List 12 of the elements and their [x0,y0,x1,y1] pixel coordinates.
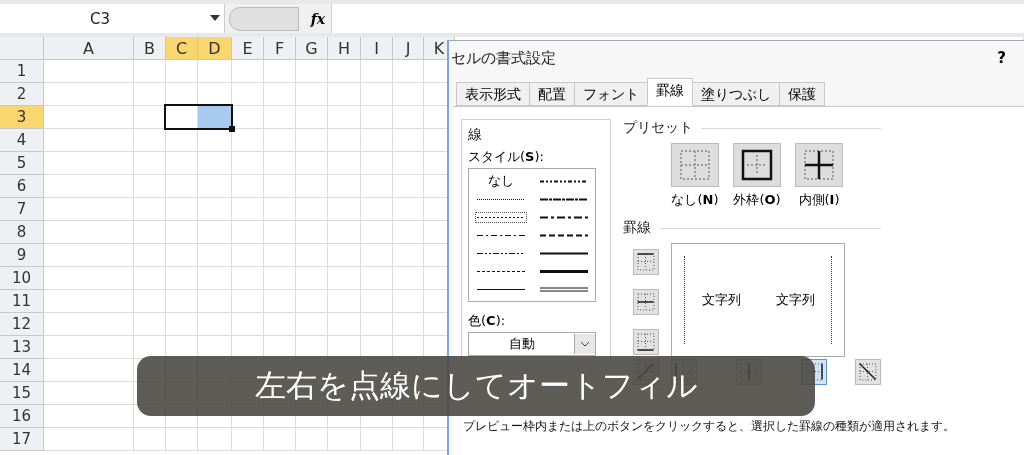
group-title: 線 [468,126,482,142]
preset-label: 内側(I) [798,191,840,209]
color-label: 色(C): [468,312,507,330]
section-title: 罫線 [623,219,651,237]
preview-text: 文字列 [701,291,741,309]
preview-text: 文字列 [775,291,815,309]
hint-text: プレビュー枠内または上のボタンをクリックすると、選択した罫線の種類が適用されます。 [463,418,956,435]
preset-label: 外枠(O) [733,191,781,209]
section-title: プリセット [623,119,693,137]
preset-label: なし(N) [671,191,719,209]
caption-toast: 左右を点線にしてオートフィル [137,356,815,416]
style-label: スタイル(S): [468,148,545,166]
